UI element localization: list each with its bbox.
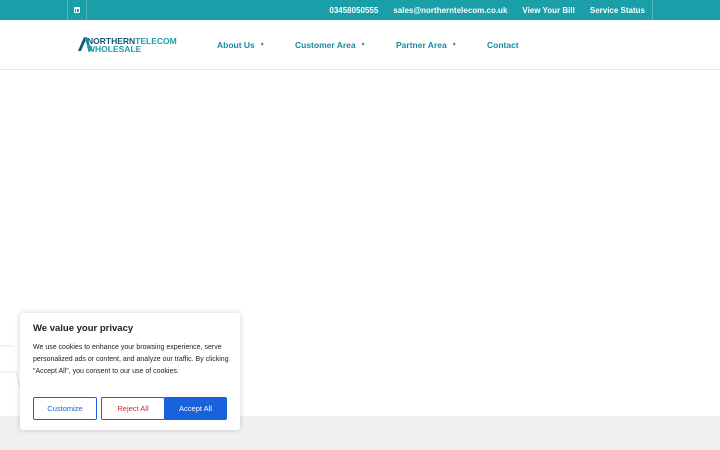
linkedin-link[interactable] (67, 0, 87, 20)
service-status-link[interactable]: Service Status (590, 6, 645, 15)
chevron-down-icon: ▼ (360, 42, 366, 48)
chevron-down-icon: ▼ (259, 42, 265, 48)
logo-line-2: WHOLESALE (87, 44, 142, 54)
email-link[interactable]: sales@northerntelecom.co.uk (393, 6, 507, 15)
reject-all-button[interactable]: Reject All (101, 397, 165, 420)
linkedin-icon (74, 7, 80, 13)
phone-link[interactable]: 03458050555 (329, 6, 378, 15)
nav-about-us[interactable]: About Us ▼ (217, 20, 265, 70)
cookie-title: We value your privacy (33, 323, 134, 334)
view-bill-link[interactable]: View Your Bill (522, 6, 574, 15)
top-links: 03458050555 sales@northerntelecom.co.uk … (314, 0, 653, 20)
nav-contact[interactable]: Contact (487, 20, 519, 70)
logo[interactable]: NORTHERNTELECOM WHOLESALE (78, 36, 194, 54)
cookie-body: We use cookies to enhance your browsing … (33, 344, 229, 375)
cookie-banner: We value your privacy We use cookies to … (20, 313, 240, 430)
nav-contact-label: Contact (487, 40, 519, 50)
top-bar: 03458050555 sales@northerntelecom.co.uk … (0, 0, 720, 20)
nav-customer-area[interactable]: Customer Area ▼ (295, 20, 366, 70)
chevron-down-icon: ▼ (451, 42, 457, 48)
page: 03458050555 sales@northerntelecom.co.uk … (0, 0, 720, 450)
nav-partner-area-label: Partner Area (396, 40, 447, 50)
nav-customer-area-label: Customer Area (295, 40, 356, 50)
customize-button[interactable]: Customize (33, 397, 97, 420)
accept-all-button[interactable]: Accept All (164, 397, 227, 420)
site-header: NORTHERNTELECOM WHOLESALE About Us ▼ Cus… (0, 20, 720, 70)
nav-about-us-label: About Us (217, 40, 255, 50)
nav-partner-area[interactable]: Partner Area ▼ (396, 20, 457, 70)
decorative-lines (0, 345, 22, 395)
